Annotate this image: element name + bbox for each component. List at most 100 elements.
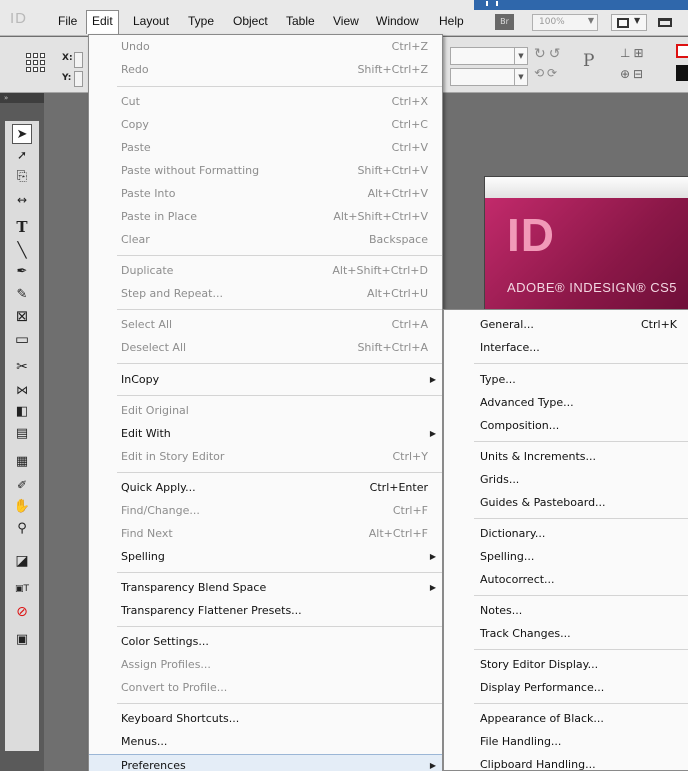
menu-item-assign-profiles[interactable]: Assign Profiles... <box>89 654 442 676</box>
menu-item-label: Keyboard Shortcuts... <box>121 712 240 725</box>
menu-item-duplicate[interactable]: Duplicate Alt+Shift+Ctrl+D <box>89 260 442 282</box>
zoom-tool[interactable]: ⚲ <box>12 519 32 539</box>
menu-item-convert-to-profile[interactable]: Convert to Profile... <box>89 677 442 699</box>
menu-item-undo[interactable]: Undo Ctrl+Z <box>89 36 442 58</box>
menu-item-transparency-blend-space[interactable]: Transparency Blend Space ▶ <box>89 577 442 599</box>
scissors-tool[interactable]: ✂ <box>12 357 32 377</box>
pref-item-story-editor-display[interactable]: Story Editor Display... <box>444 654 688 676</box>
selection-tool[interactable]: ➤ <box>12 124 32 144</box>
stroke-swatch[interactable] <box>676 44 688 58</box>
type-tool[interactable]: T <box>12 217 32 237</box>
menu-item-incopy[interactable]: InCopy ▶ <box>89 369 442 391</box>
gradient-swatch-tool[interactable]: ◧ <box>12 402 32 422</box>
menu-edit[interactable]: Edit <box>86 10 119 34</box>
menu-item-edit-in-story-editor[interactable]: Edit in Story Editor Ctrl+Y <box>89 446 442 468</box>
menu-item-copy[interactable]: Copy Ctrl+C <box>89 114 442 136</box>
menu-item-spelling[interactable]: Spelling ▶ <box>89 546 442 568</box>
menu-item-preferences[interactable]: Preferences ▶ <box>89 754 442 771</box>
menu-item-transparency-flattener-presets[interactable]: Transparency Flattener Presets... <box>89 600 442 622</box>
menu-item-menus[interactable]: Menus... <box>89 731 442 753</box>
gradient-feather-tool[interactable]: ▤ <box>12 424 32 444</box>
menu-help[interactable]: Help <box>434 12 469 30</box>
pref-item-advanced-type[interactable]: Advanced Type... <box>444 392 688 414</box>
pref-item-interface[interactable]: Interface... <box>444 337 688 359</box>
pref-item-units-increments[interactable]: Units & Increments... <box>444 446 688 468</box>
fill-swatch[interactable] <box>676 65 688 81</box>
menu-item-edit-with[interactable]: Edit With ▶ <box>89 423 442 445</box>
pref-item-autocorrect[interactable]: Autocorrect... <box>444 569 688 591</box>
menu-layout[interactable]: Layout <box>128 12 174 30</box>
formatting-affects-container-icon[interactable]: ▣T <box>12 579 32 599</box>
menu-item-find-next[interactable]: Find Next Alt+Ctrl+F <box>89 523 442 545</box>
submenu-arrow-icon: ▶ <box>429 375 436 384</box>
line-tool[interactable]: ╲ <box>12 240 32 260</box>
zoom-level-select[interactable]: 100% ▼ <box>532 14 598 31</box>
pref-item-display-performance[interactable]: Display Performance... <box>444 677 688 699</box>
fill-stroke-swatches[interactable]: ◪ <box>12 551 32 571</box>
pref-item-grids[interactable]: Grids... <box>444 469 688 491</box>
pref-item-spelling[interactable]: Spelling... <box>444 546 688 568</box>
rotate-icons[interactable]: ↻↺ <box>534 46 563 62</box>
rectangle-tool[interactable]: ▭ <box>12 329 32 349</box>
menu-item-label: Redo <box>121 63 149 76</box>
menu-separator <box>474 363 688 364</box>
gap-tool[interactable]: ↔ <box>12 190 32 210</box>
tools-panel-collapse-icon[interactable]: » <box>0 93 44 103</box>
pref-item-file-handling[interactable]: File Handling... <box>444 731 688 753</box>
pref-item-track-changes[interactable]: Track Changes... <box>444 623 688 645</box>
pref-item-guides-pasteboard[interactable]: Guides & Pasteboard... <box>444 492 688 514</box>
note-tool[interactable]: ▦ <box>12 452 32 472</box>
y-stepper[interactable] <box>74 71 83 87</box>
pref-item-clipboard-handling[interactable]: Clipboard Handling... <box>444 754 688 771</box>
pref-item-composition[interactable]: Composition... <box>444 415 688 437</box>
menu-item-color-settings[interactable]: Color Settings... <box>89 631 442 653</box>
eyedropper-tool[interactable]: ✐ <box>12 475 32 495</box>
flip-icons[interactable]: ⟲⟳ <box>534 66 560 80</box>
menu-file[interactable]: File <box>53 12 82 30</box>
menu-window[interactable]: Window <box>371 12 424 30</box>
x-stepper[interactable] <box>74 52 83 68</box>
reference-point-icon[interactable] <box>26 53 46 73</box>
menu-item-label: Paste in Place <box>121 210 197 223</box>
pen-tool[interactable]: ✒ <box>12 262 32 282</box>
pref-item-appearance-of-black[interactable]: Appearance of Black... <box>444 708 688 730</box>
menu-item-step-and-repeat[interactable]: Step and Repeat... Alt+Ctrl+U <box>89 283 442 305</box>
menu-item-keyboard-shortcuts[interactable]: Keyboard Shortcuts... <box>89 708 442 730</box>
pencil-tool[interactable]: ✎ <box>12 285 32 305</box>
rectangle-frame-tool[interactable]: ⊠ <box>12 306 32 326</box>
pref-item-type[interactable]: Type... <box>444 369 688 391</box>
rotation-field[interactable]: ▼ <box>450 47 528 65</box>
menu-item-deselect-all[interactable]: Deselect All Shift+Ctrl+A <box>89 337 442 359</box>
menu-item-select-all[interactable]: Select All Ctrl+A <box>89 314 442 336</box>
menu-item-edit-original[interactable]: Edit Original <box>89 400 442 422</box>
menu-item-label: Track Changes... <box>480 627 571 640</box>
direct-selection-tool[interactable]: ➚ <box>12 145 32 165</box>
menu-item-quick-apply[interactable]: Quick Apply... Ctrl+Enter <box>89 477 442 499</box>
select-content-icons[interactable]: ⊕⊟ <box>620 67 646 81</box>
menu-item-redo[interactable]: Redo Shift+Ctrl+Z <box>89 59 442 81</box>
menu-item-paste[interactable]: Paste Ctrl+V <box>89 137 442 159</box>
menu-table[interactable]: Table <box>281 12 320 30</box>
menu-type[interactable]: Type <box>183 12 219 30</box>
menu-object[interactable]: Object <box>228 12 273 30</box>
menu-view[interactable]: View <box>328 12 364 30</box>
shear-field[interactable]: ▼ <box>450 68 528 86</box>
apply-none-icon[interactable]: ⊘ <box>12 602 32 622</box>
free-transform-tool[interactable]: ⋈ <box>12 380 32 400</box>
menu-item-clear[interactable]: Clear Backspace <box>89 229 442 251</box>
pref-item-notes[interactable]: Notes... <box>444 600 688 622</box>
menu-item-cut[interactable]: Cut Ctrl+X <box>89 91 442 113</box>
arrange-documents-button[interactable] <box>656 14 688 31</box>
bridge-button[interactable]: Br <box>495 14 514 30</box>
hand-tool[interactable]: ✋ <box>12 497 32 517</box>
view-options-button[interactable]: ▼ <box>611 14 647 31</box>
screen-mode-icon[interactable]: ▣ <box>12 630 32 650</box>
page-tool[interactable]: ⎘ <box>12 167 32 187</box>
select-container-icons[interactable]: ⊥⊞ <box>620 46 647 60</box>
pref-item-general[interactable]: General... Ctrl+K <box>444 314 688 336</box>
menu-item-paste-without-formatting[interactable]: Paste without Formatting Shift+Ctrl+V <box>89 160 442 182</box>
menu-item-find-change[interactable]: Find/Change... Ctrl+F <box>89 500 442 522</box>
pref-item-dictionary[interactable]: Dictionary... <box>444 523 688 545</box>
menu-item-paste-in-place[interactable]: Paste in Place Alt+Shift+Ctrl+V <box>89 206 442 228</box>
menu-item-paste-into[interactable]: Paste Into Alt+Ctrl+V <box>89 183 442 205</box>
